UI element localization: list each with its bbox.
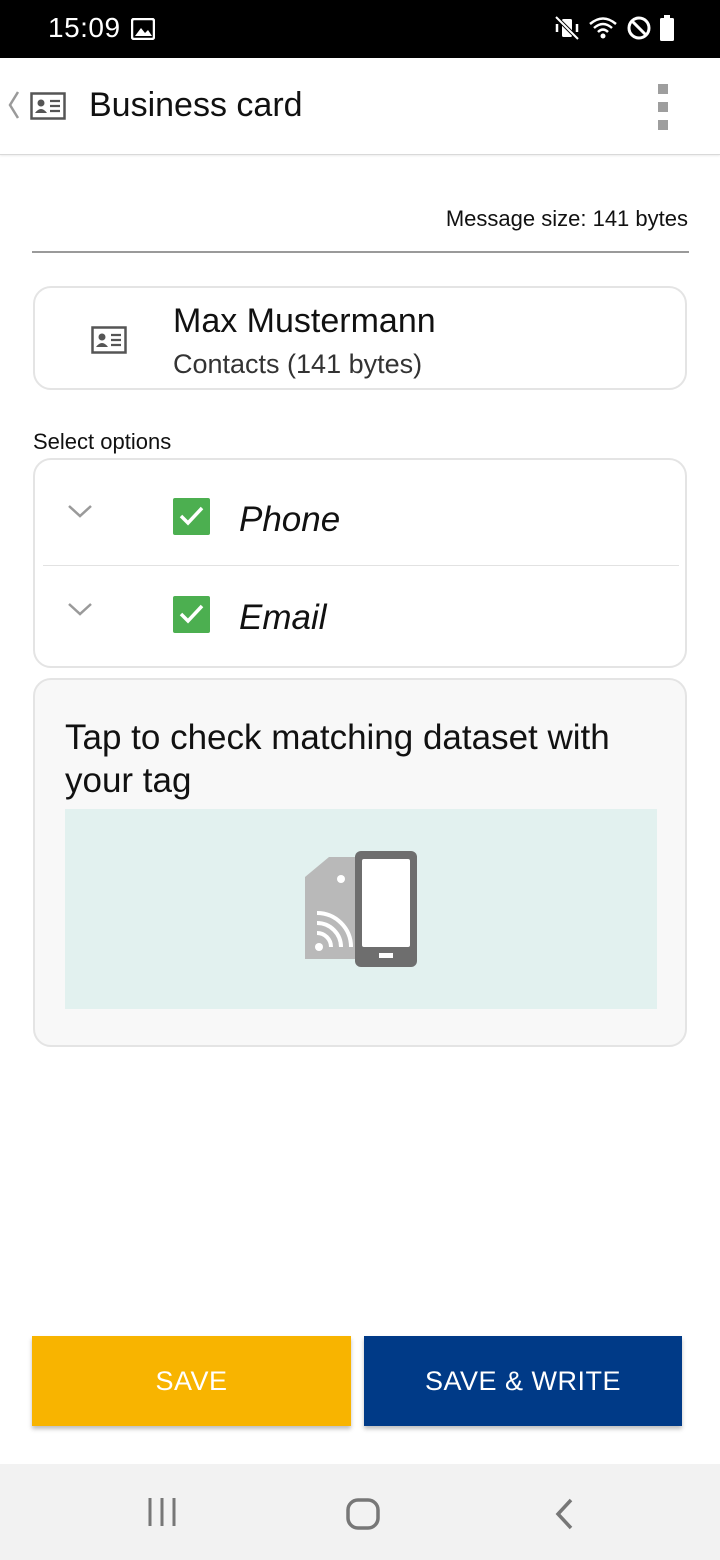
- back-chevron-icon[interactable]: [6, 88, 22, 127]
- wifi-icon: [588, 15, 618, 46]
- chevron-down-icon[interactable]: [67, 504, 93, 523]
- save-write-button[interactable]: SAVE & WRITE: [364, 1336, 682, 1426]
- phone-checkbox[interactable]: [173, 498, 210, 535]
- tap-instruction: Tap to check matching dataset with your …: [65, 718, 610, 800]
- contact-card[interactable]: Max Mustermann Contacts (141 bytes): [33, 286, 687, 390]
- business-card-icon: [91, 326, 127, 359]
- contact-name: Max Mustermann: [173, 302, 436, 340]
- tap-check-card[interactable]: Tap to check matching dataset with your …: [33, 678, 687, 1047]
- contact-subtitle: Contacts (141 bytes): [173, 349, 423, 379]
- page-title: Business card: [89, 86, 303, 124]
- select-options-label: Select options: [33, 429, 172, 454]
- app-bar: Business card: [0, 58, 720, 155]
- message-size: Message size: 141 bytes: [445, 206, 688, 231]
- nfc-tag-phone-icon: [305, 851, 417, 967]
- do-not-disturb-icon: [626, 15, 652, 46]
- more-options-icon[interactable]: [652, 84, 674, 130]
- chevron-down-icon[interactable]: [67, 602, 93, 621]
- option-email[interactable]: Email: [35, 558, 685, 658]
- status-bar: 15:09: [0, 0, 720, 58]
- mute-vibrate-icon: [554, 15, 580, 46]
- divider: [32, 251, 689, 253]
- system-nav-bar: [0, 1464, 720, 1560]
- option-label: Phone: [239, 500, 341, 539]
- option-label: Email: [239, 598, 327, 637]
- gallery-icon: [130, 17, 156, 45]
- status-time: 15:09: [48, 12, 121, 43]
- home-icon[interactable]: [345, 1497, 381, 1536]
- options-list: Phone Email: [33, 458, 687, 668]
- save-button[interactable]: SAVE: [32, 1336, 351, 1426]
- email-checkbox[interactable]: [173, 596, 210, 633]
- nfc-illustration: [65, 809, 657, 1009]
- recent-apps-icon[interactable]: [146, 1496, 178, 1533]
- option-phone[interactable]: Phone: [35, 460, 685, 560]
- business-card-icon: [30, 92, 66, 125]
- back-icon[interactable]: [553, 1497, 575, 1536]
- battery-icon: [660, 15, 674, 46]
